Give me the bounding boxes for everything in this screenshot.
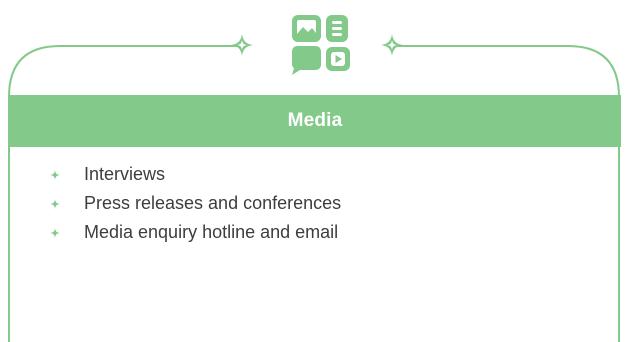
diamond-bullet-icon [50, 169, 60, 180]
sparkle-icon [231, 34, 253, 56]
diamond-bullet-icon [50, 198, 60, 209]
list-item-text: Media enquiry hotline and email [84, 222, 339, 242]
list-item-text: Press releases and conferences [84, 193, 342, 213]
list-item: Interviews [50, 160, 341, 189]
diamond-bullet-icon [50, 227, 60, 238]
section-header: Media [9, 95, 621, 147]
list-item-text: Interviews [84, 164, 166, 184]
list-item: Press releases and conferences [50, 189, 341, 218]
section-title: Media [287, 110, 343, 131]
media-icon [292, 15, 350, 75]
list-item: Media enquiry hotline and email [50, 218, 341, 247]
media-list: Interviews Press releases and conference… [50, 160, 341, 247]
sparkle-icon [381, 34, 403, 56]
